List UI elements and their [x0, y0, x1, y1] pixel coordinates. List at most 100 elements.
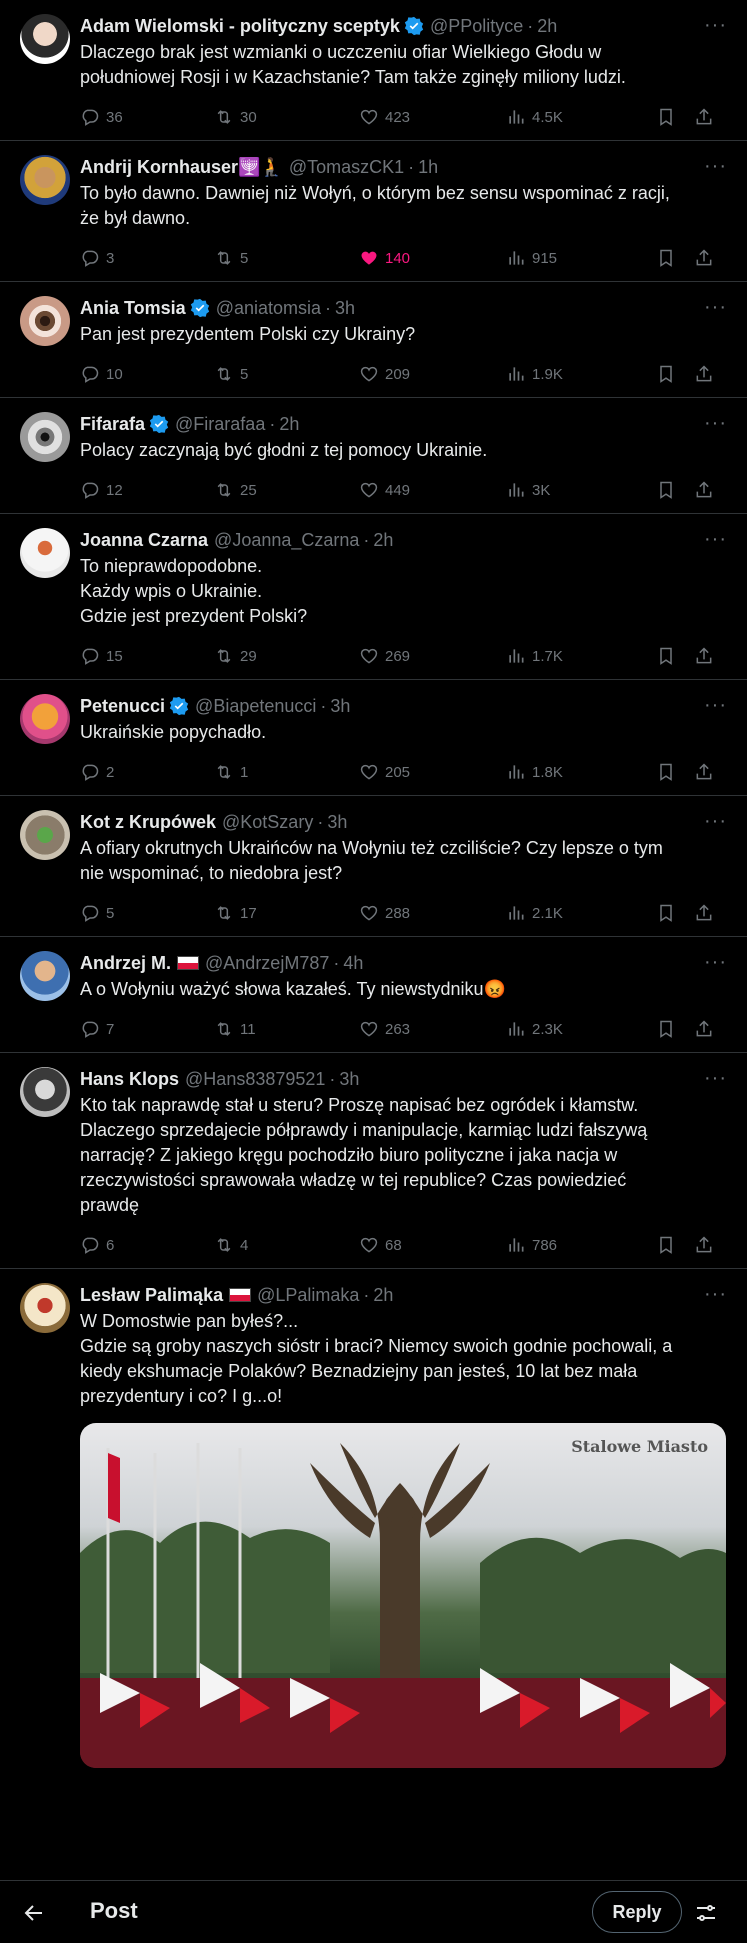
views-button[interactable]: 1.8K — [506, 762, 656, 782]
timestamp[interactable]: 2h — [373, 530, 393, 551]
repost-button[interactable]: 29 — [214, 646, 359, 666]
tweet[interactable]: Fifarafa @Firarafaa · 2h ··· Polacy zacz… — [0, 398, 747, 514]
author-name[interactable]: Hans Klops — [80, 1069, 179, 1090]
share-button[interactable] — [694, 903, 720, 923]
author-name[interactable]: Adam Wielomski - polityczny sceptyk — [80, 16, 400, 37]
views-button[interactable]: 786 — [506, 1235, 656, 1255]
back-arrow-icon[interactable] — [22, 1901, 46, 1925]
reply-button[interactable]: 7 — [80, 1019, 214, 1039]
bookmark-button[interactable] — [656, 364, 694, 384]
avatar[interactable] — [20, 694, 70, 744]
views-button[interactable]: 3K — [506, 480, 656, 500]
author-name[interactable]: Lesław Palimąka — [80, 1285, 223, 1306]
author-handle[interactable]: @PPolityce — [430, 16, 523, 37]
bookmark-button[interactable] — [656, 480, 694, 500]
share-button[interactable] — [694, 364, 720, 384]
bookmark-button[interactable] — [656, 107, 694, 127]
share-button[interactable] — [694, 646, 720, 666]
more-icon[interactable]: ··· — [704, 155, 727, 178]
like-button[interactable]: 288 — [359, 903, 506, 923]
avatar[interactable] — [20, 951, 70, 1001]
bookmark-button[interactable] — [656, 1235, 694, 1255]
views-button[interactable]: 4.5K — [506, 107, 656, 127]
like-button[interactable]: 209 — [359, 364, 506, 384]
timestamp[interactable]: 2h — [373, 1285, 393, 1306]
share-button[interactable] — [694, 1019, 720, 1039]
author-handle[interactable]: @AndrzejM787 — [205, 953, 329, 974]
share-button[interactable] — [694, 248, 720, 268]
like-button[interactable]: 269 — [359, 646, 506, 666]
author-handle[interactable]: @Biapetenucci — [195, 696, 316, 717]
author-name[interactable]: Joanna Czarna — [80, 530, 208, 551]
share-button[interactable] — [694, 107, 720, 127]
author-handle[interactable]: @aniatomsia — [216, 298, 321, 319]
reply-button[interactable]: 5 — [80, 903, 214, 923]
repost-button[interactable]: 4 — [214, 1235, 359, 1255]
author-handle[interactable]: @Hans83879521 — [185, 1069, 325, 1090]
timestamp[interactable]: 2h — [537, 16, 557, 37]
tweet[interactable]: Andrij Kornhauser🕎🧎 @TomaszCK1 · 1h ··· … — [0, 141, 747, 282]
tweet[interactable]: Petenucci @Biapetenucci · 3h ··· Ukraińs… — [0, 680, 747, 796]
reply-button[interactable]: 3 — [80, 248, 214, 268]
like-button[interactable]: 449 — [359, 480, 506, 500]
like-button[interactable]: 140 — [359, 248, 506, 268]
more-icon[interactable]: ··· — [704, 412, 727, 435]
timestamp[interactable]: 3h — [327, 812, 347, 833]
like-button[interactable]: 423 — [359, 107, 506, 127]
avatar[interactable] — [20, 155, 70, 205]
avatar[interactable] — [20, 810, 70, 860]
repost-button[interactable]: 5 — [214, 364, 359, 384]
author-name[interactable]: Fifarafa — [80, 414, 145, 435]
tweet[interactable]: Lesław Palimąka @LPalimaka · 2h ··· W Do… — [0, 1269, 747, 1780]
author-name[interactable]: Petenucci — [80, 696, 165, 717]
views-button[interactable]: 1.7K — [506, 646, 656, 666]
author-name[interactable]: Kot z Krupówek — [80, 812, 216, 833]
tweet[interactable]: Ania Tomsia @aniatomsia · 3h ··· Pan jes… — [0, 282, 747, 398]
author-name[interactable]: Andrzej M. — [80, 953, 171, 974]
timestamp[interactable]: 3h — [339, 1069, 359, 1090]
views-button[interactable]: 2.3K — [506, 1019, 656, 1039]
timestamp[interactable]: 1h — [418, 157, 438, 178]
reply-button[interactable]: 6 — [80, 1235, 214, 1255]
more-icon[interactable]: ··· — [704, 951, 727, 974]
more-icon[interactable]: ··· — [704, 694, 727, 717]
share-button[interactable] — [694, 480, 720, 500]
avatar[interactable] — [20, 14, 70, 64]
bookmark-button[interactable] — [656, 1019, 694, 1039]
tweet[interactable]: Adam Wielomski - polityczny sceptyk @PPo… — [0, 0, 747, 141]
repost-button[interactable]: 11 — [214, 1019, 359, 1039]
avatar[interactable] — [20, 1067, 70, 1117]
tweet[interactable]: Joanna Czarna @Joanna_Czarna · 2h ··· To… — [0, 514, 747, 680]
like-button[interactable]: 68 — [359, 1235, 506, 1255]
bookmark-button[interactable] — [656, 903, 694, 923]
tweet[interactable]: Hans Klops @Hans83879521 · 3h ··· Kto ta… — [0, 1053, 747, 1269]
bookmark-button[interactable] — [656, 248, 694, 268]
tweet-image[interactable]: Stalowe Miasto — [80, 1423, 726, 1768]
more-icon[interactable]: ··· — [704, 528, 727, 551]
author-handle[interactable]: @LPalimaka — [257, 1285, 359, 1306]
tweet[interactable]: Andrzej M. @AndrzejM787 · 4h ··· A o Woł… — [0, 937, 747, 1053]
repost-button[interactable]: 5 — [214, 248, 359, 268]
author-name[interactable]: Andrij Kornhauser🕎🧎 — [80, 157, 283, 178]
more-icon[interactable]: ··· — [704, 1283, 727, 1306]
avatar[interactable] — [20, 296, 70, 346]
author-handle[interactable]: @TomaszCK1 — [289, 157, 404, 178]
avatar[interactable] — [20, 528, 70, 578]
share-button[interactable] — [694, 762, 720, 782]
reply-button[interactable]: Reply — [592, 1891, 682, 1933]
bookmark-button[interactable] — [656, 646, 694, 666]
views-button[interactable]: 2.1K — [506, 903, 656, 923]
repost-button[interactable]: 25 — [214, 480, 359, 500]
author-handle[interactable]: @KotSzary — [222, 812, 313, 833]
views-button[interactable]: 1.9K — [506, 364, 656, 384]
views-button[interactable]: 915 — [506, 248, 656, 268]
reply-button[interactable]: 12 — [80, 480, 214, 500]
more-icon[interactable]: ··· — [704, 14, 727, 37]
reply-button[interactable]: 10 — [80, 364, 214, 384]
author-handle[interactable]: @Firarafaa — [175, 414, 265, 435]
tweet[interactable]: Kot z Krupówek @KotSzary · 3h ··· A ofia… — [0, 796, 747, 937]
like-button[interactable]: 205 — [359, 762, 506, 782]
like-button[interactable]: 263 — [359, 1019, 506, 1039]
reply-button[interactable]: 36 — [80, 107, 214, 127]
share-button[interactable] — [694, 1235, 720, 1255]
